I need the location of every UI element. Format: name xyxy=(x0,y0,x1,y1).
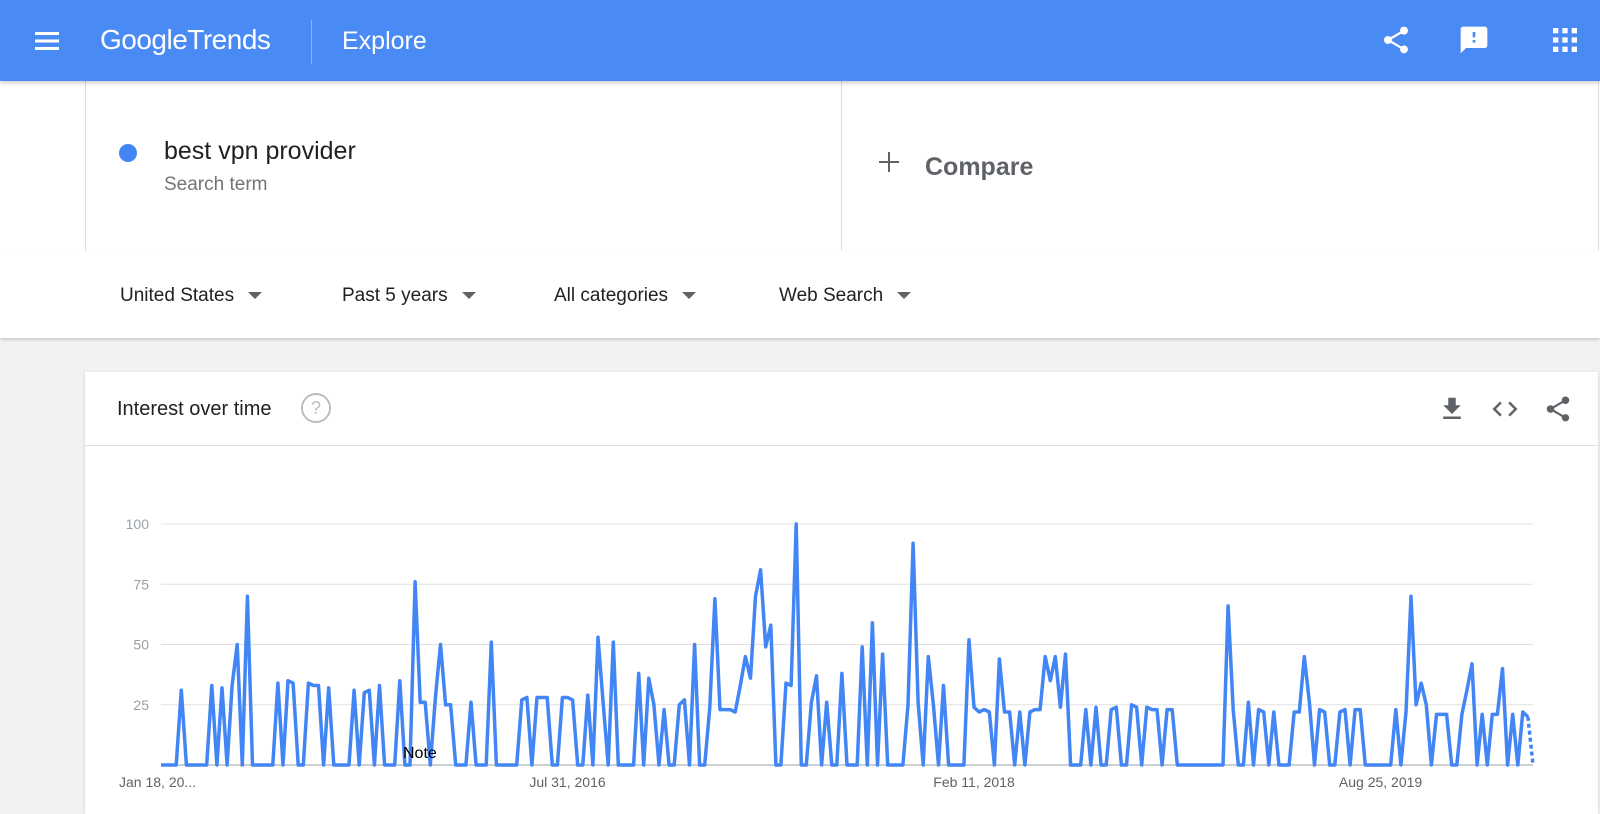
search-term-card[interactable]: best vpn provider Search term xyxy=(85,81,842,251)
compare-label: Compare xyxy=(925,153,1034,181)
time-range-select[interactable]: Past 5 years xyxy=(342,285,476,307)
feedback-icon[interactable] xyxy=(1458,24,1490,56)
search-term-name[interactable]: best vpn provider xyxy=(164,137,356,166)
plus-icon xyxy=(878,151,900,173)
brand-google: Google xyxy=(100,24,188,55)
help-icon[interactable]: ? xyxy=(301,393,331,423)
apps-icon[interactable] xyxy=(1549,24,1581,56)
share-icon[interactable] xyxy=(1543,394,1573,424)
menu-icon[interactable] xyxy=(32,26,62,56)
page-title: Explore xyxy=(342,27,427,55)
search-terms-bar: best vpn provider Search term Compare xyxy=(0,81,1600,252)
search-term-type: Search term xyxy=(164,174,268,195)
brand-trends: Trends xyxy=(187,24,271,55)
card-header: Interest over time ? xyxy=(85,372,1598,446)
embed-icon[interactable] xyxy=(1490,394,1520,424)
filters-bar: United States Past 5 years All categorie… xyxy=(0,251,1600,338)
time-range-select-label: Past 5 years xyxy=(342,285,448,306)
x-axis: Jan 18, 20... Jul 31, 2016 Feb 11, 2018 Aug… xyxy=(119,774,1422,790)
share-icon[interactable] xyxy=(1380,24,1412,56)
card-title: Interest over time xyxy=(117,398,272,420)
y-tick-label: 100 xyxy=(126,516,150,532)
region-select-label: United States xyxy=(120,285,235,306)
search-property-select[interactable]: Web Search xyxy=(779,285,912,307)
google-trends-logo[interactable]: GoogleTrends xyxy=(100,24,271,56)
y-tick-label: 50 xyxy=(133,637,149,653)
x-tick-label: Aug 25, 2019 xyxy=(1339,774,1423,790)
chart-annotation-note[interactable]: Note xyxy=(403,745,437,762)
caret-down-icon xyxy=(461,292,476,300)
top-app-bar: GoogleTrends Explore xyxy=(0,0,1600,81)
series-partial-segment[interactable] xyxy=(1526,716,1535,766)
category-select-label: All categories xyxy=(554,285,669,306)
caret-down-icon xyxy=(248,292,263,300)
compare-button[interactable]: Compare xyxy=(840,81,1599,251)
download-icon[interactable] xyxy=(1437,394,1467,424)
region-select[interactable]: United States xyxy=(120,285,263,307)
x-tick-label: Jul 31, 2016 xyxy=(529,774,605,790)
search-property-select-label: Web Search xyxy=(779,285,884,306)
y-tick-label: 25 xyxy=(133,697,149,713)
y-axis: 25 50 75 100 xyxy=(126,516,150,713)
caret-down-icon xyxy=(682,292,697,300)
y-tick-label: 75 xyxy=(133,576,149,592)
term-color-dot xyxy=(119,144,137,162)
header-divider xyxy=(311,20,312,64)
interest-line-chart: 25 50 75 100 Jan 18, 20... Jul 31, 2016 Feb 1… xyxy=(119,516,1535,790)
x-tick-label: Feb 11, 2018 xyxy=(933,774,1015,790)
category-select[interactable]: All categories xyxy=(554,285,697,307)
x-tick-label: Jan 18, 20... xyxy=(119,774,196,790)
interest-over-time-card: Interest over time ? 25 50 75 100 Jan 18, 2… xyxy=(85,372,1598,814)
caret-down-icon xyxy=(897,292,912,300)
